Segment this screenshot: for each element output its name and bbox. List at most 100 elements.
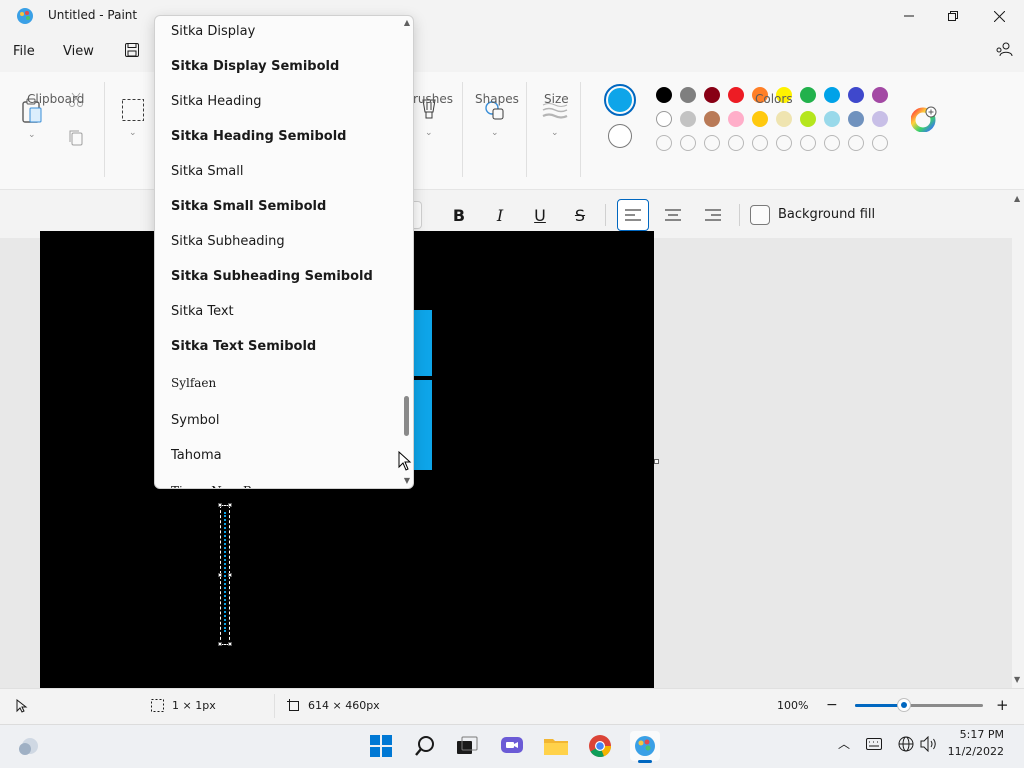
copy-button[interactable] [66,128,86,148]
close-button[interactable] [976,0,1022,32]
palette-empty-swatch[interactable] [776,135,792,151]
task-view-button[interactable] [452,731,482,761]
palette-swatch[interactable] [848,87,864,103]
dropdown-scroll-thumb[interactable] [404,396,409,436]
palette-empty-swatch[interactable] [848,135,864,151]
background-fill-checkbox[interactable] [750,205,770,225]
menu-view[interactable]: View [63,44,94,59]
palette-swatch[interactable] [776,111,792,127]
zoom-level-text[interactable]: 100% [777,699,808,712]
palette-swatch[interactable] [752,111,768,127]
account-icon[interactable] [994,40,1014,60]
palette-empty-swatch[interactable] [656,135,672,151]
selection-handle[interactable] [228,503,232,507]
font-option[interactable]: Sitka Text [171,304,234,319]
font-family-dropdown[interactable]: Sitka Display Sitka Display Semibold Sitka… [154,15,414,489]
chat-button[interactable] [497,731,527,761]
scroll-down-arrow-icon[interactable]: ▼ [1014,675,1020,684]
align-right-button[interactable] [697,199,729,231]
dropdown-scroll-up-icon[interactable]: ▲ [404,18,410,27]
font-option[interactable]: Sitka Display Semibold [171,59,339,74]
palette-empty-swatch[interactable] [824,135,840,151]
mouse-cursor-icon [398,451,412,471]
start-button[interactable] [366,731,396,761]
font-option[interactable]: Sitka Small [171,164,243,179]
selection-handle[interactable] [218,573,222,577]
font-option[interactable]: Sylfaen [171,376,216,390]
show-hidden-icons-chevron-icon[interactable]: ︿ [838,735,850,752]
align-left-button[interactable] [617,199,649,231]
zoom-in-icon[interactable]: + [996,696,1009,714]
font-option[interactable]: Times New Roman [171,484,286,488]
chrome-button[interactable] [585,731,615,761]
font-option[interactable]: Sitka Heading Semibold [171,129,346,144]
palette-swatch[interactable] [872,87,888,103]
font-option[interactable]: Sitka Small Semibold [171,199,326,214]
font-option[interactable]: Sitka Heading [171,94,261,109]
font-option[interactable]: Sitka Subheading [171,234,285,249]
weather-widget[interactable] [14,731,44,761]
file-explorer-button[interactable] [541,731,571,761]
select-button[interactable] [120,97,146,123]
selection-handle[interactable] [228,573,232,577]
palette-swatch[interactable] [872,111,888,127]
palette-swatch[interactable] [800,87,816,103]
palette-swatch[interactable] [704,111,720,127]
palette-empty-swatch[interactable] [752,135,768,151]
palette-swatch[interactable] [800,111,816,127]
font-option[interactable]: Sitka Display [171,24,255,39]
maximize-button[interactable] [930,0,976,32]
font-option[interactable]: Sitka Text Semibold [171,339,316,354]
underline-button[interactable]: U [524,199,556,231]
palette-swatch[interactable] [680,111,696,127]
volume-icon[interactable] [920,736,938,752]
palette-swatch[interactable] [824,87,840,103]
palette-empty-swatch[interactable] [872,135,888,151]
font-option[interactable]: Sitka Subheading Semibold [171,269,373,284]
palette-empty-swatch[interactable] [800,135,816,151]
palette-swatch[interactable] [728,111,744,127]
palette-swatch[interactable] [704,87,720,103]
palette-empty-swatch[interactable] [680,135,696,151]
color-1-selector[interactable] [604,84,636,116]
shapes-chevron-icon[interactable]: ⌄ [491,128,499,138]
selection-handle[interactable] [218,503,222,507]
selection-handle[interactable] [218,642,222,646]
zoom-slider-thumb[interactable] [897,698,911,712]
font-option[interactable]: Symbol [171,413,219,428]
strikethrough-button[interactable]: S [564,199,596,231]
size-chevron-icon[interactable]: ⌄ [551,128,559,138]
palette-swatch[interactable] [848,111,864,127]
paste-chevron-icon[interactable]: ⌄ [28,130,36,140]
canvas-resize-handle[interactable] [654,459,659,464]
clock-date[interactable]: 11/2/2022 [946,745,1004,758]
edit-colors-icon[interactable] [911,106,937,132]
font-option[interactable]: Tahoma [171,448,222,463]
search-button[interactable] [410,731,440,761]
palette-empty-swatch[interactable] [704,135,720,151]
palette-swatch[interactable] [728,87,744,103]
italic-button[interactable]: I [484,199,516,231]
palette-swatch[interactable] [656,111,672,127]
palette-swatch[interactable] [656,87,672,103]
dropdown-scroll-down-icon[interactable]: ▼ [404,476,410,485]
zoom-out-icon[interactable]: − [826,697,838,713]
clock-time[interactable]: 5:17 PM [950,728,1004,741]
palette-swatch[interactable] [680,87,696,103]
selection-handle[interactable] [228,642,232,646]
menu-file[interactable]: File [13,44,35,59]
palette-swatch[interactable] [824,111,840,127]
scroll-up-arrow-icon[interactable]: ▲ [1014,194,1020,203]
keyboard-icon[interactable] [866,738,882,750]
select-chevron-icon[interactable]: ⌄ [129,128,137,138]
bold-button[interactable]: B [443,199,475,231]
align-center-button[interactable] [657,199,689,231]
color-2-selector[interactable] [608,124,632,148]
network-globe-icon[interactable] [898,736,914,752]
save-icon[interactable] [124,42,140,58]
brushes-chevron-icon[interactable]: ⌄ [425,128,433,138]
paint-taskbar-button[interactable] [630,731,660,761]
palette-empty-swatch[interactable] [728,135,744,151]
workspace-vertical-scrollbar[interactable]: ▲ ▼ [1012,190,1024,688]
minimize-button[interactable] [886,0,932,32]
